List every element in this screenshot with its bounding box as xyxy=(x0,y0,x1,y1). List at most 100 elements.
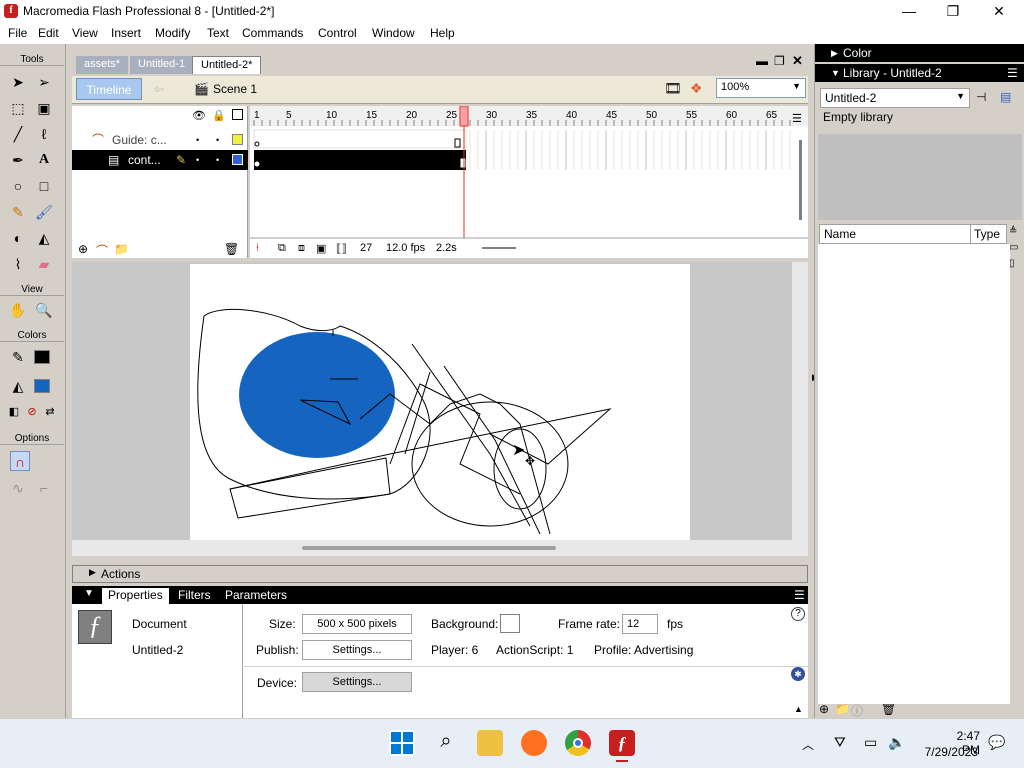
free-transform-tool-icon[interactable]: ⬚ xyxy=(8,98,28,118)
library-menu-icon[interactable]: ☰ xyxy=(1007,64,1018,82)
minimize-button[interactable]: — xyxy=(894,2,924,20)
insert-layer-icon[interactable]: ⊕ xyxy=(78,242,88,256)
menu-window[interactable]: Window xyxy=(372,26,415,40)
delete-icon[interactable]: 🗑 xyxy=(881,702,896,716)
tab-parameters[interactable]: Parameters xyxy=(225,588,287,602)
timeline-menu-icon[interactable]: ☰ xyxy=(792,112,802,125)
file-explorer-icon[interactable] xyxy=(477,730,503,756)
menu-control[interactable]: Control xyxy=(318,26,357,40)
stroke-color-swatch[interactable] xyxy=(34,350,50,364)
accessibility-icon[interactable]: ✱ xyxy=(791,667,805,681)
edit-scene-icon[interactable]: 🎞 xyxy=(664,80,682,97)
close-button[interactable]: ✕ xyxy=(984,2,1014,20)
maximize-button[interactable]: ❐ xyxy=(938,2,968,20)
props-menu-icon[interactable]: ☰ xyxy=(794,588,805,602)
size-button[interactable]: 500 x 500 pixels xyxy=(302,614,412,634)
fill-color-icon[interactable]: ◭ xyxy=(8,376,28,396)
tab-properties[interactable]: Properties xyxy=(102,588,169,604)
pen-tool-icon[interactable]: ✒ xyxy=(8,150,28,170)
device-settings-button[interactable]: Settings... xyxy=(302,672,412,692)
display-icon[interactable]: ▭ xyxy=(864,734,877,751)
library-list[interactable] xyxy=(818,244,1010,704)
default-colors-icon[interactable]: ◧ xyxy=(4,402,24,422)
smooth-icon[interactable]: ∿ xyxy=(8,478,28,498)
eraser-tool-icon[interactable]: ▰ xyxy=(34,254,54,274)
snap-magnet-icon[interactable]: ∩ xyxy=(10,451,30,471)
eyedropper-tool-icon[interactable]: ⌇ xyxy=(8,254,28,274)
chrome-icon[interactable] xyxy=(565,730,591,756)
start-button[interactable] xyxy=(389,730,415,756)
doc-close-icon[interactable]: ✕ xyxy=(792,53,803,69)
swap-colors-icon[interactable]: ⇄ xyxy=(40,402,60,422)
hand-tool-icon[interactable]: ✋ xyxy=(8,300,28,320)
tab-untitled-1[interactable]: Untitled-1 xyxy=(130,56,194,74)
frames-svg[interactable]: 1 5 10 15 20 25 30 35 40 45 50 55 60 65 xyxy=(250,106,808,258)
oval-tool-icon[interactable]: ○ xyxy=(8,176,28,196)
stroke-color-icon[interactable]: ✎ xyxy=(8,347,28,367)
tray-chevron-icon[interactable]: ︿ xyxy=(802,736,814,753)
sort-icon[interactable]: ≜ xyxy=(1009,226,1017,237)
tab-filters[interactable]: Filters xyxy=(178,588,211,602)
stage-vertical-scrollbar[interactable] xyxy=(792,262,808,540)
arrow-tool-icon[interactable]: ➤ xyxy=(8,72,28,92)
onion-outline-icon[interactable]: ⧈ xyxy=(298,242,305,255)
edit-multiple-icon[interactable]: ▣ xyxy=(316,242,326,255)
clock-date[interactable]: 7/29/2023 xyxy=(918,745,978,759)
eye-icon[interactable]: 👁 xyxy=(192,109,206,122)
menu-file[interactable]: File xyxy=(8,26,27,40)
help-icon[interactable]: ? xyxy=(791,607,805,621)
lock-icon[interactable]: 🔒 xyxy=(212,109,226,122)
straighten-icon[interactable]: ⌐ xyxy=(34,478,54,498)
rectangle-tool-icon[interactable]: □ xyxy=(34,176,54,196)
notifications-icon[interactable]: 💬 xyxy=(988,734,1005,751)
fill-color-swatch[interactable] xyxy=(34,379,50,393)
library-panel-header[interactable]: ▼ Library - Untitled-2 ☰ xyxy=(815,64,1024,82)
volume-icon[interactable]: 🔈 xyxy=(888,734,905,751)
paint-bucket-tool-icon[interactable]: ◭ xyxy=(34,228,54,248)
modify-markers-icon[interactable]: ⟦⟧ xyxy=(336,242,347,255)
layer-guide[interactable]: ⌒ Guide: c... • • xyxy=(72,130,248,150)
background-color-swatch[interactable] xyxy=(500,614,520,633)
outline-icon[interactable] xyxy=(232,109,243,120)
stage-drawing[interactable] xyxy=(190,264,690,540)
no-color-icon[interactable]: ⊘ xyxy=(22,402,42,422)
lasso-tool-icon[interactable]: ℓ xyxy=(34,124,54,144)
fill-transform-tool-icon[interactable]: ▣ xyxy=(34,98,54,118)
insert-folder-icon[interactable]: 📁 xyxy=(114,242,129,256)
framerate-input[interactable]: 12 xyxy=(622,614,658,634)
column-name[interactable]: Name xyxy=(824,227,856,241)
timeline-toggle-button[interactable]: Timeline xyxy=(76,78,142,100)
back-arrow-icon[interactable]: ⇦ xyxy=(154,82,174,96)
tab-assets[interactable]: assets* xyxy=(76,56,129,74)
publish-settings-button[interactable]: Settings... xyxy=(302,640,412,660)
properties-icon[interactable]: ⓘ xyxy=(851,702,863,719)
doc-restore-icon[interactable]: ❐ xyxy=(774,54,785,68)
zoom-tool-icon[interactable]: 🔍 xyxy=(34,300,54,320)
color-panel-header[interactable]: ▶ Color xyxy=(815,44,1024,62)
flash-taskbar-icon[interactable]: ƒ xyxy=(609,730,635,756)
tab-untitled-2[interactable]: Untitled-2* xyxy=(192,56,262,74)
actions-panel-bar[interactable]: ▶ Actions xyxy=(72,565,808,583)
menu-modify[interactable]: Modify xyxy=(155,26,190,40)
pin-library-icon[interactable]: ⊣ xyxy=(976,90,986,104)
ink-bottle-tool-icon[interactable]: ◐ xyxy=(8,228,28,248)
stage[interactable] xyxy=(190,264,690,540)
new-folder-icon[interactable]: 📁 xyxy=(835,702,850,716)
menu-commands[interactable]: Commands xyxy=(242,26,303,40)
menu-edit[interactable]: Edit xyxy=(38,26,59,40)
text-tool-icon[interactable]: A xyxy=(34,150,54,170)
stage-horizontal-scrollbar[interactable] xyxy=(72,540,808,556)
column-type[interactable]: Type xyxy=(974,227,1000,241)
hscroll-thumb[interactable] xyxy=(302,546,556,550)
props-collapse-icon[interactable]: ▼ xyxy=(84,588,94,599)
search-icon[interactable]: ⌕ xyxy=(433,730,459,756)
menu-view[interactable]: View xyxy=(72,26,98,40)
menu-text[interactable]: Text xyxy=(207,26,229,40)
wide-view-icon[interactable]: ▭ xyxy=(1009,242,1018,253)
add-guide-icon[interactable]: ⌒ xyxy=(96,242,108,259)
expand-up-icon[interactable]: ▲ xyxy=(794,704,803,714)
firefox-icon[interactable] xyxy=(521,730,547,756)
menu-help[interactable]: Help xyxy=(430,26,455,40)
timeline-scroll-thumb[interactable] xyxy=(482,247,516,249)
subselect-tool-icon[interactable]: ➢ xyxy=(34,72,54,92)
